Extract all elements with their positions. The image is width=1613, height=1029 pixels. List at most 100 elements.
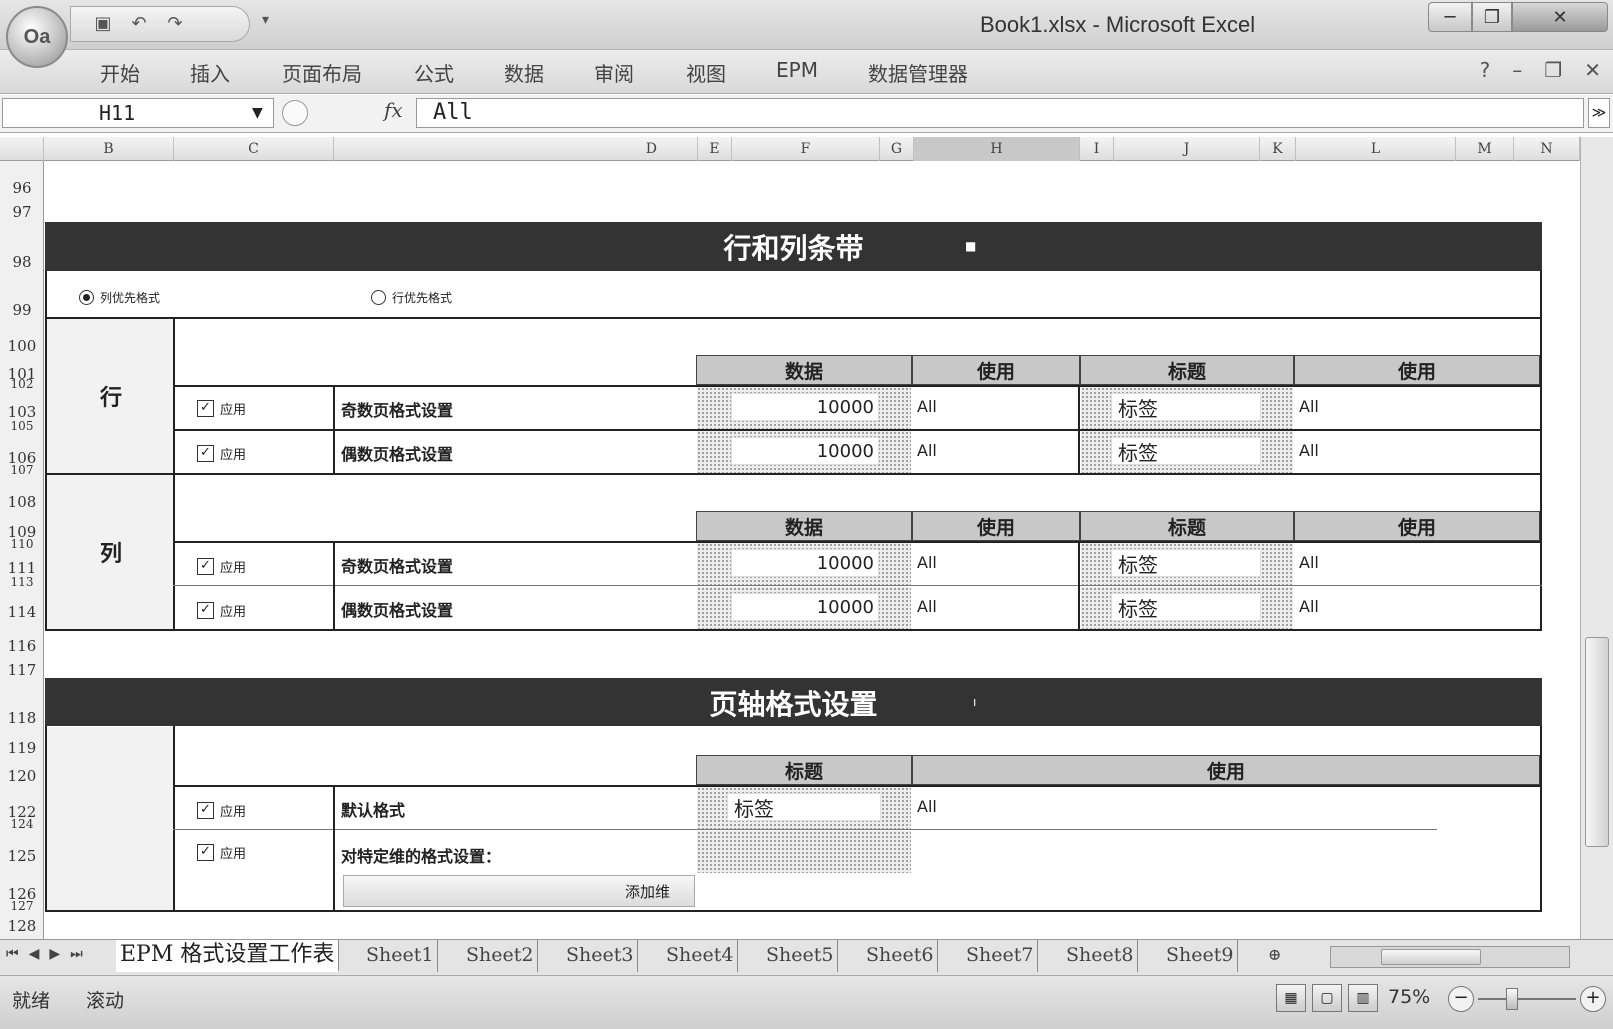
minimize-workbook-icon[interactable]: – (1512, 58, 1522, 82)
row-header[interactable]: 97 (0, 203, 44, 221)
add-dimension-button[interactable]: 添加维 (343, 875, 695, 907)
minimize-button[interactable]: ─ (1428, 2, 1472, 32)
use-value[interactable]: All (1299, 597, 1319, 616)
next-sheet-icon[interactable]: ▶ (49, 946, 60, 962)
row-header[interactable]: 100 (0, 337, 44, 355)
zoom-out-icon[interactable]: − (1448, 986, 1474, 1012)
data-value-field[interactable]: 10000 (731, 437, 879, 465)
row-header[interactable]: 102 (0, 377, 44, 391)
title-value-field[interactable]: 标签 (1111, 437, 1261, 465)
tab-view[interactable]: 视图 (686, 58, 726, 87)
title-value-field[interactable]: 标签 (1111, 549, 1261, 577)
office-button[interactable]: Oa (6, 6, 68, 68)
insert-sheet-icon[interactable]: ⊕ (1264, 940, 1285, 972)
data-value-field[interactable]: 10000 (731, 393, 879, 421)
row-header[interactable]: 125 (0, 847, 44, 865)
column-header-selected[interactable]: H (914, 137, 1080, 161)
row-header[interactable]: 117 (0, 661, 44, 679)
sheet-tab[interactable]: Sheet2 (462, 940, 539, 972)
undo-icon[interactable]: ↶ (129, 14, 149, 34)
name-box[interactable]: H11 (2, 98, 274, 128)
zoom-slider-thumb[interactable] (1506, 988, 1518, 1010)
row-header[interactable]: 119 (0, 739, 44, 757)
tab-formulas[interactable]: 公式 (414, 58, 454, 87)
close-workbook-icon[interactable]: ✕ (1584, 58, 1601, 82)
apply-checkbox[interactable]: ✓ 应用 (197, 801, 246, 820)
row-header[interactable]: 124 (0, 817, 44, 831)
last-sheet-icon[interactable]: ⏭ (70, 946, 83, 962)
sheet-tab[interactable]: Sheet3 (562, 940, 639, 972)
worksheet-area[interactable]: 行和列条带 ■ 列优先格式 行优先格式 行 数据 使用 标题 使用 ✓ 应用 奇数… (45, 161, 1580, 939)
column-header[interactable]: J (1114, 137, 1260, 161)
row-header[interactable]: 96 (0, 179, 44, 197)
column-header[interactable]: K (1260, 137, 1296, 161)
tab-epm[interactable]: EPM (776, 58, 818, 82)
use-value[interactable]: All (917, 597, 937, 616)
tab-data[interactable]: 数据 (504, 58, 544, 87)
row-header[interactable]: 114 (0, 603, 44, 621)
column-header[interactable]: M (1456, 137, 1514, 161)
column-header[interactable]: F (732, 137, 880, 161)
redo-icon[interactable]: ↷ (165, 14, 185, 34)
formula-input[interactable]: All (416, 98, 1584, 128)
apply-checkbox[interactable]: ✓ 应用 (197, 601, 246, 620)
cancel-entry-icon[interactable] (282, 100, 308, 126)
restore-workbook-icon[interactable]: ❐ (1544, 58, 1562, 82)
column-header[interactable]: B (44, 137, 174, 161)
sheet-tab[interactable]: Sheet7 (962, 940, 1039, 972)
page-layout-view-icon[interactable]: ▢ (1312, 984, 1342, 1012)
vertical-scrollbar[interactable] (1580, 137, 1613, 939)
use-value[interactable]: All (1299, 553, 1319, 572)
sheet-tab[interactable]: Sheet9 (1162, 940, 1239, 972)
use-value[interactable]: All (1299, 441, 1319, 460)
tab-review[interactable]: 审阅 (594, 58, 634, 87)
column-header[interactable]: D (334, 137, 698, 161)
title-value-field[interactable]: 标签 (1111, 593, 1261, 621)
select-all-corner[interactable] (0, 137, 44, 161)
use-value[interactable]: All (1299, 397, 1319, 416)
tab-page-layout[interactable]: 页面布局 (282, 58, 362, 87)
zoom-slider-track[interactable] (1478, 998, 1576, 1000)
row-header[interactable]: 108 (0, 493, 44, 511)
close-button[interactable]: ✕ (1512, 2, 1608, 32)
tab-data-manager[interactable]: 数据管理器 (868, 58, 968, 87)
restore-button[interactable]: ❐ (1472, 2, 1512, 32)
apply-checkbox[interactable]: ✓ 应用 (197, 444, 246, 463)
customize-qat-icon[interactable]: ▾ (262, 12, 269, 28)
expand-formula-bar-icon[interactable]: ≫ (1588, 98, 1610, 128)
sheet-tab[interactable]: Sheet4 (662, 940, 739, 972)
row-header[interactable]: 98 (0, 253, 44, 271)
page-break-view-icon[interactable]: ▥ (1348, 984, 1378, 1012)
sheet-tab[interactable]: Sheet5 (762, 940, 839, 972)
row-header[interactable]: 128 (0, 917, 44, 935)
apply-checkbox[interactable]: ✓ 应用 (197, 843, 246, 862)
column-header[interactable]: E (698, 137, 732, 161)
row-header[interactable]: 105 (0, 419, 44, 433)
title-value-field[interactable]: 标签 (1111, 393, 1261, 421)
apply-checkbox[interactable]: ✓ 应用 (197, 399, 246, 418)
use-value[interactable]: All (917, 553, 937, 572)
scrollbar-thumb[interactable] (1585, 637, 1609, 847)
help-icon[interactable]: ? (1480, 58, 1491, 82)
tab-insert[interactable]: 插入 (190, 58, 230, 87)
data-value-field[interactable]: 10000 (731, 549, 879, 577)
data-value-field[interactable]: 10000 (731, 593, 879, 621)
save-icon[interactable]: ▣ (93, 14, 113, 34)
tab-home[interactable]: 开始 (100, 58, 140, 87)
sheet-tab[interactable]: Sheet1 (362, 940, 439, 972)
chevron-down-icon[interactable]: ▼ (252, 105, 263, 121)
row-header[interactable]: 120 (0, 767, 44, 785)
sheet-tab-epm-format[interactable]: EPM 格式设置工作表 (116, 940, 340, 972)
sheet-tab[interactable]: Sheet8 (1062, 940, 1139, 972)
row-header[interactable]: 110 (0, 537, 44, 551)
apply-checkbox[interactable]: ✓ 应用 (197, 557, 246, 576)
row-header[interactable]: 113 (0, 575, 44, 589)
sheet-tab[interactable]: Sheet6 (862, 940, 939, 972)
column-header[interactable]: C (174, 137, 334, 161)
row-header[interactable]: 107 (0, 463, 44, 477)
use-value[interactable]: All (917, 397, 937, 416)
row-header[interactable]: 127 (0, 899, 44, 913)
scrollbar-thumb[interactable] (1381, 949, 1481, 965)
column-header[interactable]: N (1514, 137, 1580, 161)
radio-col-first[interactable]: 列优先格式 (79, 289, 160, 306)
